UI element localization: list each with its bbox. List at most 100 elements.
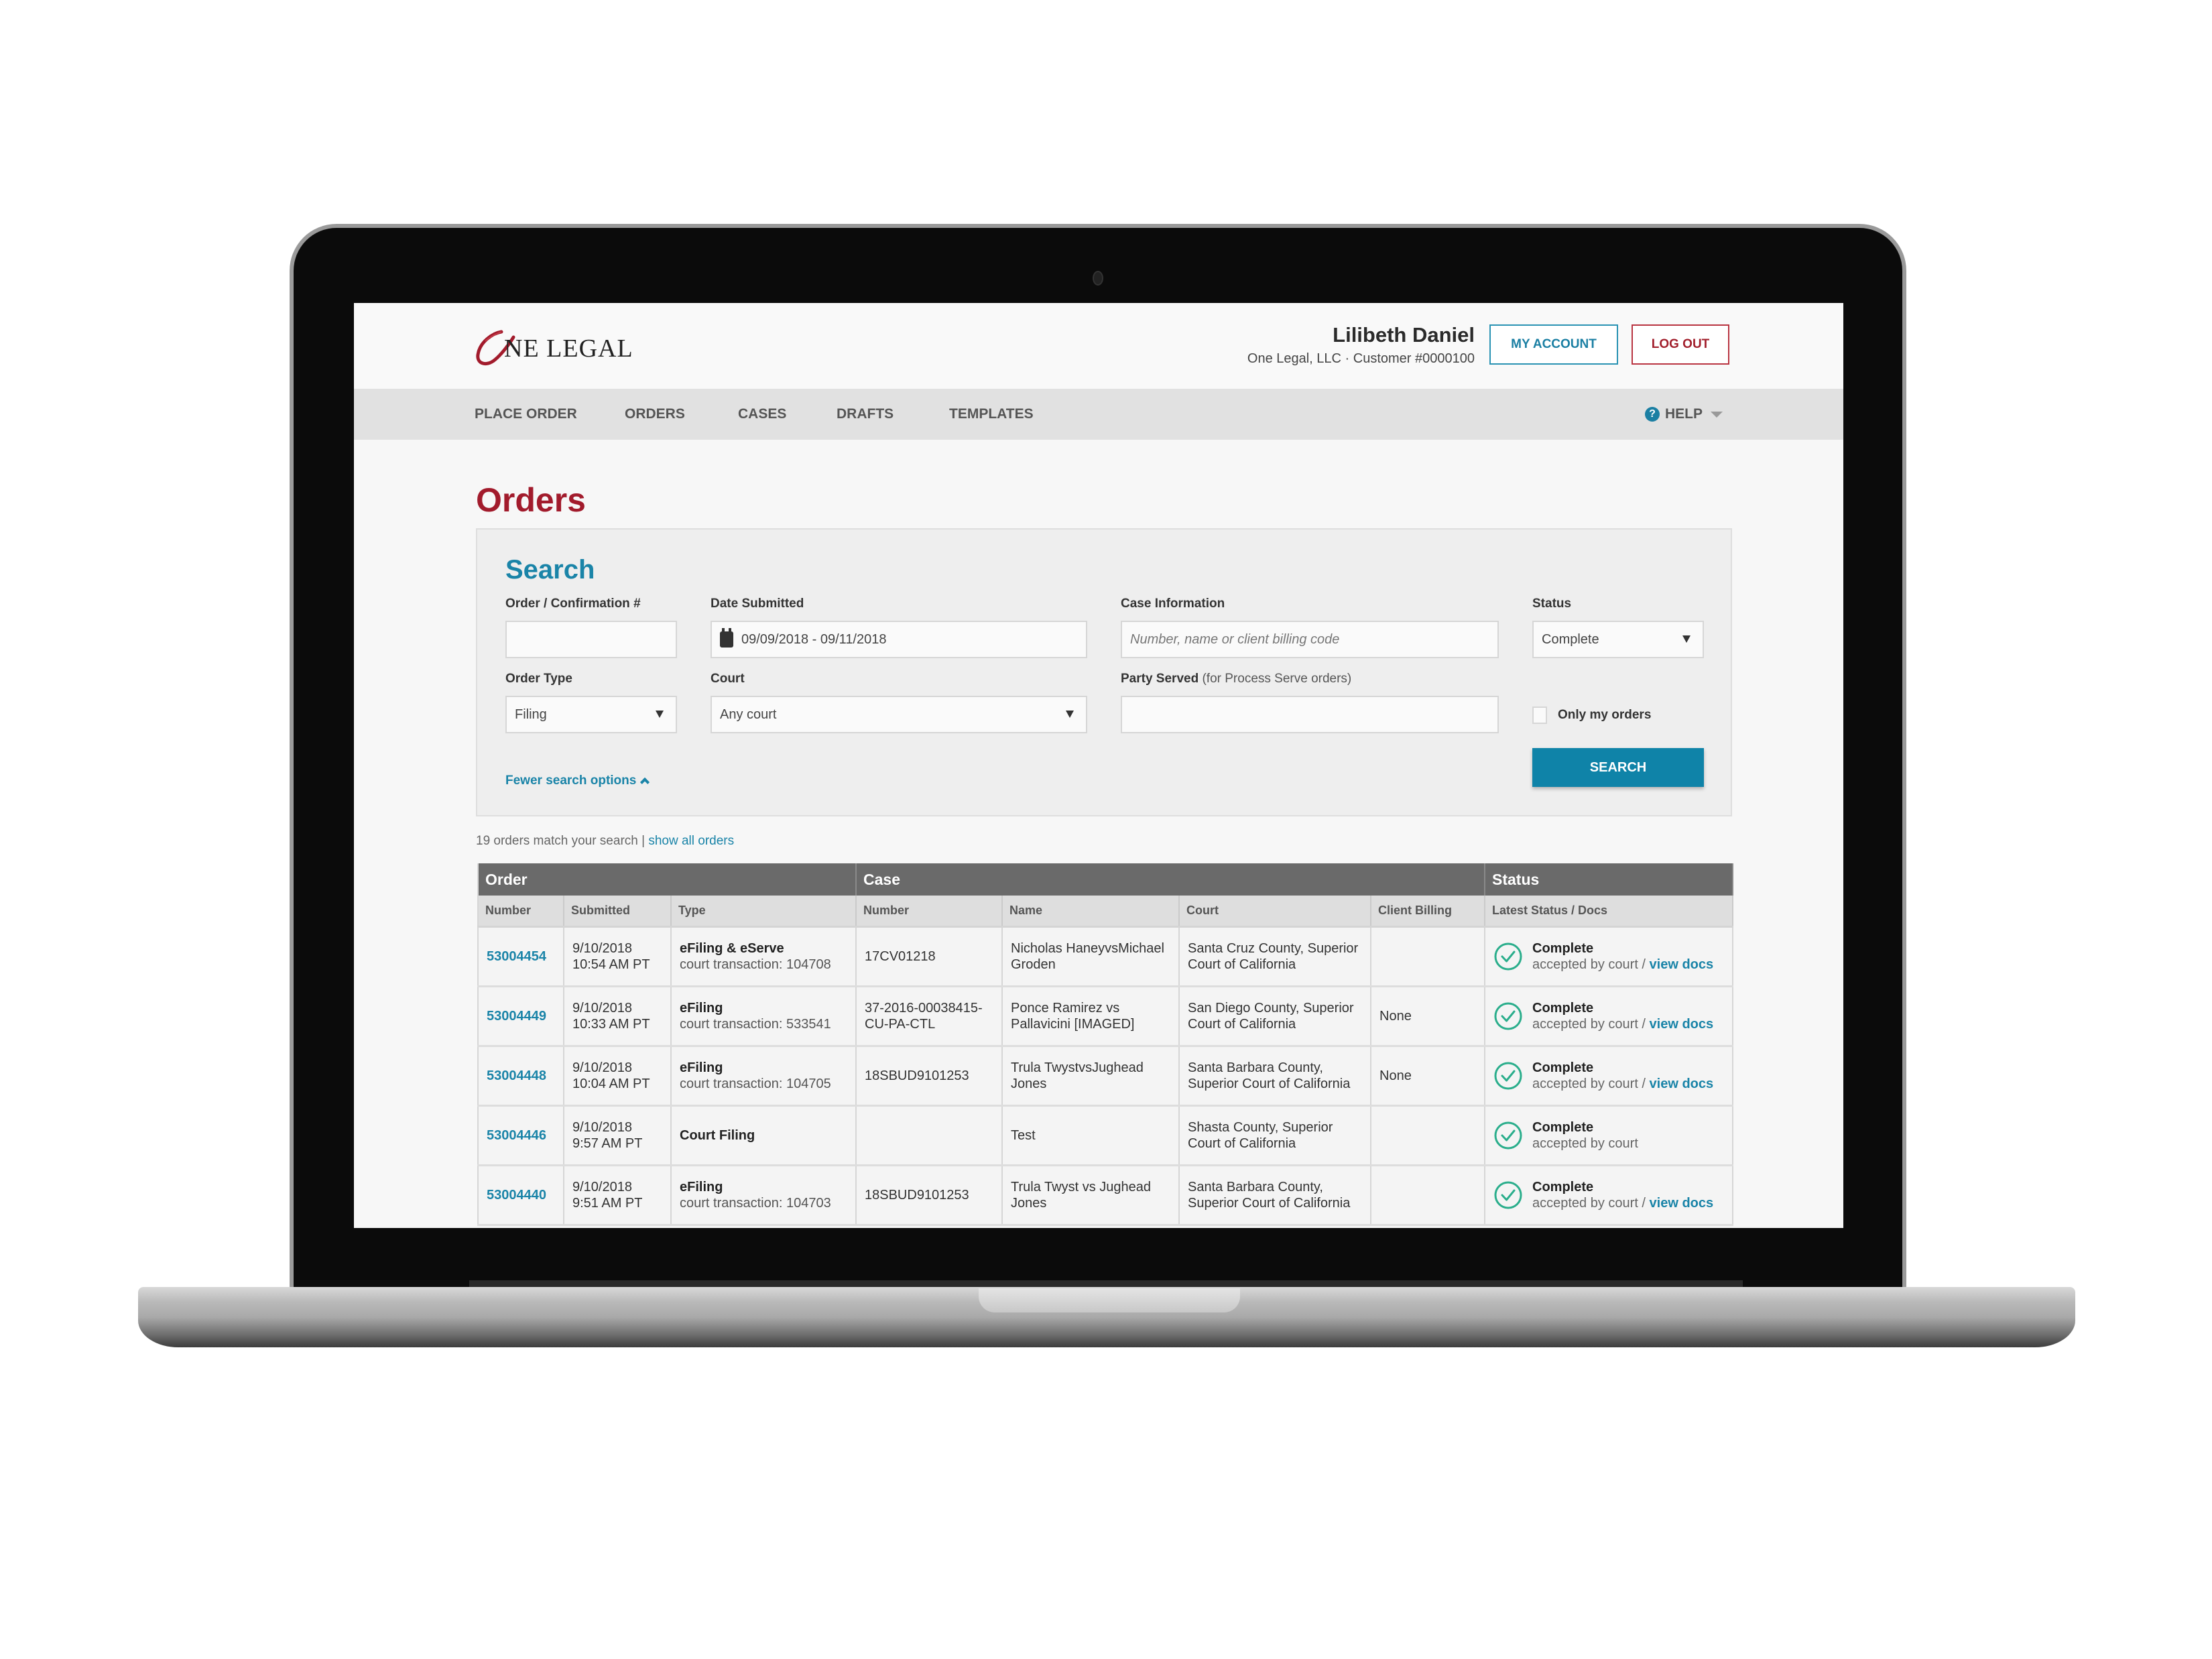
caret-down-icon bbox=[1682, 635, 1691, 643]
site-header: NE LEGAL Lilibeth Daniel One Legal, LLC … bbox=[354, 303, 1843, 389]
help-menu[interactable]: ? HELP bbox=[1644, 389, 1723, 440]
table-row[interactable]: 53004454 9/10/2018 10:54 AM PT eFiling & … bbox=[477, 926, 1733, 987]
order-type: eFiling & eServe bbox=[680, 940, 784, 956]
nav-cases[interactable]: CASES bbox=[738, 389, 786, 440]
submitted-time: 9:51 AM PT bbox=[572, 1195, 643, 1211]
order-confirmation-input[interactable] bbox=[505, 621, 677, 658]
submitted-date: 9/10/2018 bbox=[572, 940, 632, 956]
status-text: Complete bbox=[1532, 1119, 1594, 1135]
only-my-orders-label[interactable]: Only my orders bbox=[1558, 708, 1651, 723]
view-docs-link[interactable]: view docs bbox=[1650, 1077, 1714, 1091]
col-submitted[interactable]: Submitted bbox=[564, 896, 672, 928]
case-name-cell: Trula Twyst vs Jughead Jones bbox=[1002, 1165, 1180, 1226]
fewer-search-options-label: Fewer search options bbox=[505, 774, 637, 788]
separator: / bbox=[1638, 1016, 1650, 1032]
status-select-value: Complete bbox=[1542, 631, 1599, 647]
submitted-cell: 9/10/2018 9:57 AM PT bbox=[564, 1105, 672, 1166]
case-number-cell bbox=[856, 1105, 1003, 1166]
court-transaction: court transaction: 104705 bbox=[680, 1076, 831, 1091]
user-info: Lilibeth Daniel One Legal, LLC · Custome… bbox=[1247, 323, 1475, 367]
case-information-placeholder: Number, name or client billing code bbox=[1130, 631, 1340, 647]
customer-info: One Legal, LLC · Customer #0000100 bbox=[1247, 351, 1475, 366]
status-cell: Complete accepted by court / view docs bbox=[1485, 1046, 1733, 1107]
col-client-billing[interactable]: Client Billing bbox=[1371, 896, 1485, 928]
case-name-cell: Test bbox=[1002, 1105, 1180, 1166]
col-latest-status: Latest Status / Docs bbox=[1485, 896, 1733, 928]
order-number-link[interactable]: 53004454 bbox=[487, 949, 546, 964]
party-served-input[interactable] bbox=[1121, 696, 1499, 733]
status-label: Status bbox=[1532, 597, 1572, 611]
check-circle-icon bbox=[1494, 1002, 1522, 1030]
type-cell: eFiling court transaction: 533541 bbox=[671, 986, 857, 1047]
separator: / bbox=[1638, 1195, 1650, 1211]
separator: / bbox=[1638, 957, 1650, 972]
table-column-header: Number Submitted Type Number Name Court … bbox=[477, 896, 1733, 928]
status-select[interactable]: Complete bbox=[1532, 621, 1704, 658]
court-transaction: court transaction: 533541 bbox=[680, 1016, 831, 1032]
show-all-orders-link[interactable]: show all orders bbox=[648, 834, 734, 848]
submitted-cell: 9/10/2018 10:54 AM PT bbox=[564, 926, 672, 987]
view-docs-link[interactable]: view docs bbox=[1650, 1017, 1714, 1032]
table-row[interactable]: 53004448 9/10/2018 10:04 AM PT eFiling cou… bbox=[477, 1046, 1733, 1107]
nav-drafts[interactable]: DRAFTS bbox=[837, 389, 894, 440]
view-docs-link[interactable]: view docs bbox=[1650, 957, 1714, 972]
nav-place-order[interactable]: PLACE ORDER bbox=[475, 389, 577, 440]
status-sub-text: accepted by court bbox=[1532, 1076, 1638, 1091]
col-order-number[interactable]: Number bbox=[477, 896, 564, 928]
nav-templates[interactable]: TEMPLATES bbox=[949, 389, 1034, 440]
col-case-number[interactable]: Number bbox=[856, 896, 1003, 928]
caret-down-icon bbox=[656, 711, 664, 718]
user-name: Lilibeth Daniel bbox=[1333, 323, 1475, 347]
camera-icon bbox=[1093, 271, 1103, 286]
chevron-up-icon bbox=[640, 777, 650, 788]
table-row[interactable]: 53004449 9/10/2018 10:33 AM PT eFiling cou… bbox=[477, 986, 1733, 1047]
court-transaction: court transaction: 104703 bbox=[680, 1195, 831, 1211]
order-number-link[interactable]: 53004449 bbox=[487, 1009, 546, 1024]
order-number-link[interactable]: 53004448 bbox=[487, 1068, 546, 1083]
party-served-label-text: Party Served bbox=[1121, 672, 1199, 686]
search-button[interactable]: SEARCH bbox=[1532, 748, 1704, 787]
case-name-cell: Ponce Ramirez vs Pallavicini [IMAGED] bbox=[1002, 986, 1180, 1047]
check-circle-icon bbox=[1494, 1181, 1522, 1209]
col-case-name[interactable]: Name bbox=[1002, 896, 1180, 928]
order-number-link[interactable]: 53004440 bbox=[487, 1188, 546, 1203]
order-type-select[interactable]: Filing bbox=[505, 696, 677, 733]
status-sub-text: accepted by court bbox=[1532, 957, 1638, 972]
help-label: HELP bbox=[1664, 406, 1703, 422]
party-served-label: Party Served (for Process Serve orders) bbox=[1121, 672, 1351, 686]
order-number-cell: 53004449 bbox=[477, 986, 564, 1047]
court-label: Court bbox=[711, 672, 745, 686]
fewer-search-options-link[interactable]: Fewer search options bbox=[505, 774, 650, 788]
court-select[interactable]: Any court bbox=[711, 696, 1087, 733]
view-docs-link[interactable]: view docs bbox=[1650, 1196, 1714, 1211]
main-nav: PLACE ORDER ORDERS CASES DRAFTS TEMPLATE… bbox=[354, 389, 1843, 440]
log-out-button[interactable]: LOG OUT bbox=[1632, 324, 1729, 365]
date-submitted-input[interactable]: 09/09/2018 - 09/11/2018 bbox=[711, 621, 1087, 658]
submitted-cell: 9/10/2018 9:51 AM PT bbox=[564, 1165, 672, 1226]
logo-text: NE LEGAL bbox=[504, 334, 633, 363]
case-number-cell: 18SBUD9101253 bbox=[856, 1165, 1003, 1226]
one-legal-logo[interactable]: NE LEGAL bbox=[475, 328, 633, 369]
submitted-date: 9/10/2018 bbox=[572, 1060, 632, 1075]
table-row[interactable]: 53004440 9/10/2018 9:51 AM PT eFiling cour… bbox=[477, 1165, 1733, 1226]
col-type[interactable]: Type bbox=[671, 896, 857, 928]
col-court[interactable]: Court bbox=[1179, 896, 1371, 928]
status-cell: Complete accepted by court / view docs bbox=[1485, 926, 1733, 987]
group-header-status: Status bbox=[1485, 863, 1733, 896]
submitted-cell: 9/10/2018 10:33 AM PT bbox=[564, 986, 672, 1047]
table-row[interactable]: 53004446 9/10/2018 9:57 AM PT Court Filin… bbox=[477, 1105, 1733, 1166]
court-cell: Santa Barbara County, Superior Court of … bbox=[1179, 1046, 1371, 1107]
nav-orders[interactable]: ORDERS bbox=[625, 389, 685, 440]
my-account-button[interactable]: MY ACCOUNT bbox=[1489, 324, 1618, 365]
client-billing-cell bbox=[1371, 926, 1485, 987]
only-my-orders-checkbox[interactable] bbox=[1532, 706, 1547, 724]
page-title: Orders bbox=[476, 481, 586, 519]
order-type-label: Order Type bbox=[505, 672, 572, 686]
table-group-header: Order Case Status bbox=[477, 863, 1733, 896]
browser-screen: NE LEGAL Lilibeth Daniel One Legal, LLC … bbox=[354, 303, 1843, 1228]
order-type-value: Filing bbox=[515, 706, 547, 722]
type-cell: Court Filing bbox=[671, 1105, 857, 1166]
order-number-link[interactable]: 53004446 bbox=[487, 1128, 546, 1143]
case-information-input[interactable]: Number, name or client billing code bbox=[1121, 621, 1499, 658]
check-circle-icon bbox=[1494, 1062, 1522, 1089]
